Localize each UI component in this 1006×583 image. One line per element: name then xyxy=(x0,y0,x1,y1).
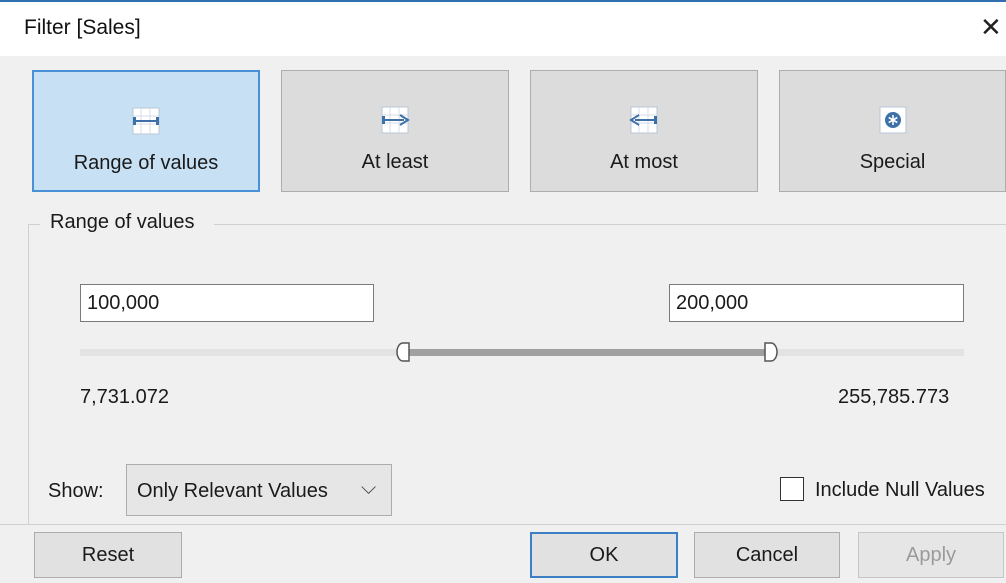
mode-label: At least xyxy=(361,151,429,173)
include-null-checkbox[interactable] xyxy=(780,477,804,501)
range-group-label: Range of values xyxy=(48,211,197,234)
mode-label: Range of values xyxy=(73,152,219,174)
reset-button[interactable]: Reset xyxy=(34,532,182,578)
range-icon xyxy=(132,107,160,135)
chevron-down-icon: ⌵ xyxy=(361,477,377,499)
data-min-label: 7,731.072 xyxy=(80,386,169,408)
include-null-label[interactable]: Include Null Values xyxy=(815,479,985,502)
cancel-button[interactable]: Cancel xyxy=(694,532,840,578)
close-icon[interactable]: ✕ xyxy=(980,14,1006,40)
at-least-icon xyxy=(381,106,410,134)
ok-button[interactable]: OK xyxy=(530,532,678,578)
filter-dialog: Filter [Sales] ✕ Range of values At leas… xyxy=(0,0,1006,583)
group-border xyxy=(214,224,1006,225)
mode-label: Special xyxy=(859,151,926,173)
apply-button[interactable]: Apply xyxy=(858,532,1004,578)
special-button[interactable]: Special xyxy=(779,70,1006,192)
group-border xyxy=(28,224,30,524)
show-dropdown[interactable]: Only Relevant Values ⌵ xyxy=(126,464,392,516)
at-most-button[interactable]: At most xyxy=(530,70,758,192)
range-slider-selection xyxy=(404,349,770,356)
dialog-title: Filter [Sales] xyxy=(24,16,141,39)
at-least-button[interactable]: At least xyxy=(281,70,509,192)
mode-label: At most xyxy=(610,151,678,173)
data-max-label: 255,785.773 xyxy=(838,386,950,408)
max-slider-handle[interactable] xyxy=(764,342,778,362)
show-label: Show: xyxy=(48,480,104,502)
footer-divider xyxy=(0,524,1006,525)
show-dropdown-value: Only Relevant Values xyxy=(137,480,328,502)
title-bar: Filter [Sales] ✕ xyxy=(0,0,1006,56)
min-value-input[interactable]: 100,000 xyxy=(80,284,374,322)
max-value-input[interactable]: 200,000 xyxy=(669,284,964,322)
special-icon xyxy=(879,106,906,134)
at-most-icon xyxy=(629,106,658,134)
min-slider-handle[interactable] xyxy=(396,342,410,362)
range-of-values-button[interactable]: Range of values xyxy=(32,70,260,192)
